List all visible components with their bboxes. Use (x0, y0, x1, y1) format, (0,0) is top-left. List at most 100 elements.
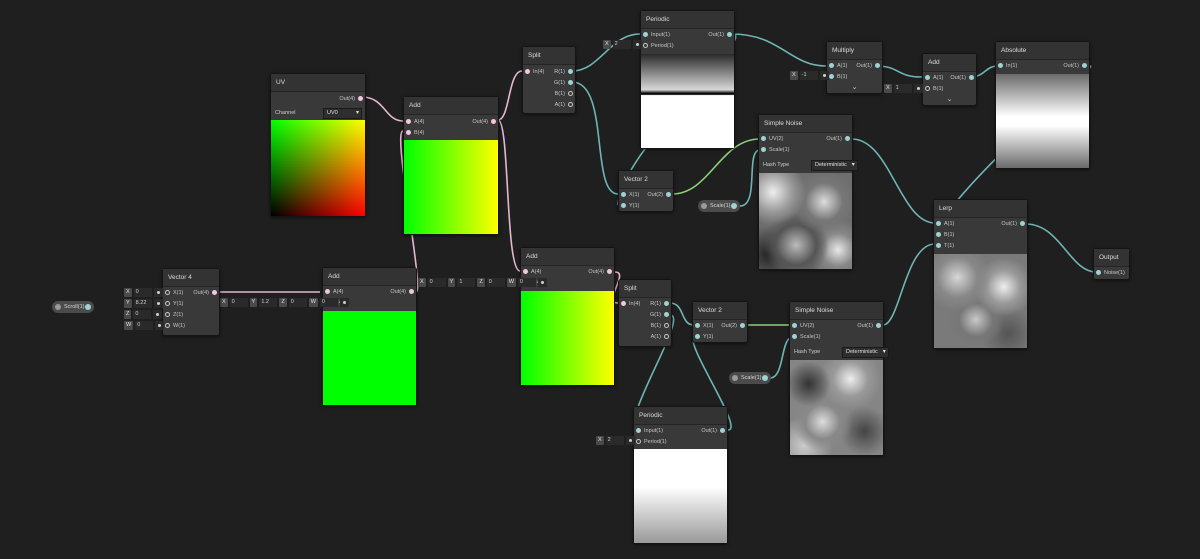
output-noise-port[interactable]: Noise(1) (1096, 268, 1125, 278)
value-field[interactable]: 0 (288, 298, 307, 307)
add-right-b-port[interactable]: B(1) (925, 84, 943, 94)
split-node-top[interactable]: Split In(4) R(1) G(1) B(1) A(1) (522, 46, 576, 114)
vector4-z-input[interactable]: Z 0 (124, 310, 163, 319)
output-node[interactable]: Output Noise(1) (1093, 248, 1130, 280)
periodic-node-bottom[interactable]: Periodic Input(1) Period(1) Out(1) (633, 406, 728, 544)
add-top-a-port[interactable]: A(4) (406, 117, 424, 127)
value-field[interactable]: 0 (319, 298, 338, 307)
vector2-top-x-port[interactable]: X(1) (621, 190, 639, 200)
vector2-top-y-port[interactable]: Y(1) (621, 201, 639, 211)
value-field[interactable]: 2 (605, 436, 624, 445)
split-bot-a-port[interactable]: A(1) (651, 332, 669, 342)
vector4-z-port[interactable]: Z(1) (165, 310, 183, 320)
lerp-b-port[interactable]: B(1) (936, 230, 954, 240)
lerp-t-port[interactable]: T(1) (936, 241, 954, 251)
lerp-out-port[interactable]: Out(1) (1001, 219, 1025, 229)
value-field[interactable]: 1 (457, 278, 476, 287)
periodic-bot-out-port[interactable]: Out(1) (701, 426, 725, 436)
split-top-in-port[interactable]: In(4) (525, 67, 544, 77)
vector4-y-input[interactable]: Y 8.22 (124, 299, 163, 308)
uv-node[interactable]: UV Out(4) Channel UV0 (270, 73, 366, 217)
noise-bot-out-port[interactable]: Out(1) (857, 321, 881, 331)
split-top-b-port[interactable]: B(1) (555, 89, 573, 99)
scroll-property-pill[interactable]: Scroll(1) (52, 301, 95, 313)
noise-bot-uv-port[interactable]: UV(2) (792, 321, 814, 331)
vector2-bot-x-port[interactable]: X(1) (695, 321, 713, 331)
add-node-left[interactable]: Add A(4) B(4) Out(4) (322, 267, 417, 406)
add-left-a-port[interactable]: A(4) (325, 287, 343, 297)
vector4-y-port[interactable]: Y(1) (165, 299, 183, 309)
vector2-node-top[interactable]: Vector 2 X(1) Y(1) Out(2) (618, 170, 674, 212)
periodic-top-input-port[interactable]: Input(1) (643, 30, 670, 40)
add-top-out-port[interactable]: Out(4) (472, 117, 496, 127)
value-field[interactable]: 0 (135, 321, 154, 330)
split-bot-g-port[interactable]: G(1) (650, 310, 669, 320)
value-field[interactable]: 0 (133, 288, 152, 297)
add-right-out-port[interactable]: Out(1) (950, 73, 974, 83)
add-left-b-input[interactable]: X 0 Y 1.2 Z 0 W 0 (220, 298, 349, 307)
add-right-a-port[interactable]: A(1) (925, 73, 943, 83)
absolute-out-port[interactable]: Out(1) (1063, 61, 1087, 71)
split-top-g-port[interactable]: G(1) (554, 78, 573, 88)
value-field[interactable]: 0 (517, 278, 536, 287)
chevron-down-icon[interactable]: ⌄ (827, 83, 882, 91)
absolute-in-port[interactable]: In(1) (998, 61, 1017, 71)
periodic-bot-input-port[interactable]: Input(1) (636, 426, 663, 436)
multiply-out-port[interactable]: Out(1) (856, 61, 880, 71)
scale-property-pill-top[interactable]: Scale(1) (698, 200, 741, 212)
value-field[interactable]: 0 (427, 278, 446, 287)
add-node-top[interactable]: Add A(4) B(4) Out(4) (403, 96, 499, 235)
lerp-a-port[interactable]: A(1) (936, 219, 954, 229)
vector4-x-port[interactable]: X(1) (165, 288, 183, 298)
periodic-top-period-input[interactable]: X 2 (603, 40, 642, 49)
value-field[interactable]: 2 (612, 40, 631, 49)
lerp-node[interactable]: Lerp A(1) B(1) T(1) Out(1) (933, 199, 1028, 349)
channel-dropdown[interactable]: UV0 (323, 108, 362, 119)
vector2-bot-y-port[interactable]: Y(1) (695, 332, 713, 342)
split-top-r-port[interactable]: R(1) (554, 67, 573, 77)
add-node-right[interactable]: Add A(1) B(1) Out(1) ⌄ (922, 53, 977, 106)
multiply-a-port[interactable]: A(1) (829, 61, 847, 71)
chevron-down-icon[interactable]: ⌄ (923, 95, 976, 103)
noise-top-uv-port[interactable]: UV(2) (761, 134, 783, 144)
value-field[interactable]: 0 (133, 310, 152, 319)
value-field[interactable]: 1 (893, 84, 912, 93)
vector4-x-input[interactable]: X 0 (124, 288, 163, 297)
scale-property-pill-bottom[interactable]: Scale(1) (729, 372, 772, 384)
simple-noise-node-top[interactable]: Simple Noise UV(2) Scale(1) Out(1) Hash … (758, 114, 858, 270)
split-bot-in-port[interactable]: In(4) (621, 299, 640, 309)
value-field[interactable]: 0 (229, 298, 248, 307)
value-field[interactable]: 0 (486, 278, 505, 287)
vector4-out-port[interactable]: Out(4) (193, 288, 217, 298)
vector2-bot-out-port[interactable]: Out(2) (721, 321, 745, 331)
periodic-bot-period-input[interactable]: X 2 (596, 436, 635, 445)
split-bot-r-port[interactable]: R(1) (650, 299, 669, 309)
simple-noise-node-bottom[interactable]: Simple Noise UV(2) Scale(1) Out(1) Hash … (789, 301, 889, 456)
absolute-node[interactable]: Absolute In(1) Out(1) (995, 41, 1090, 169)
vector4-node[interactable]: Vector 4 X(1) Y(1) Z(1) W(1) Out(4) (162, 268, 220, 336)
vector4-w-input[interactable]: W 0 (124, 321, 165, 330)
uv-out-port[interactable]: Out(4) (339, 94, 363, 104)
hash-type-dropdown[interactable]: Deterministic (811, 160, 858, 171)
vector4-w-port[interactable]: W(1) (165, 321, 185, 331)
noise-bot-scale-port[interactable]: Scale(1) (792, 332, 820, 342)
value-field[interactable]: 8.22 (133, 299, 152, 308)
vector2-top-out-port[interactable]: Out(2) (647, 190, 671, 200)
noise-top-out-port[interactable]: Out(1) (826, 134, 850, 144)
multiply-node[interactable]: Multiply A(1) B(1) Out(1) ⌄ (826, 41, 883, 94)
vector2-node-bottom[interactable]: Vector 2 X(1) Y(1) Out(2) (692, 301, 748, 343)
add-mid-a-port[interactable]: A(4) (523, 267, 541, 277)
add-right-b-input[interactable]: X 1 (884, 84, 923, 93)
split-top-a-port[interactable]: A(1) (555, 100, 573, 110)
multiply-b-input[interactable]: X -1 (790, 71, 829, 80)
periodic-bot-period-port[interactable]: Period(1) (636, 437, 667, 447)
add-node-mid[interactable]: Add A(4) B(4) Out(4) (520, 247, 615, 386)
split-bot-b-port[interactable]: B(1) (651, 321, 669, 331)
add-top-b-port[interactable]: B(4) (406, 128, 424, 138)
value-field[interactable]: 1.2 (259, 298, 278, 307)
add-mid-b-input[interactable]: X 0 Y 1 Z 0 W 0 (418, 278, 547, 287)
periodic-top-out-port[interactable]: Out(1) (708, 30, 732, 40)
add-mid-out-port[interactable]: Out(4) (588, 267, 612, 277)
periodic-top-period-port[interactable]: Period(1) (643, 41, 674, 51)
add-left-out-port[interactable]: Out(4) (390, 287, 414, 297)
